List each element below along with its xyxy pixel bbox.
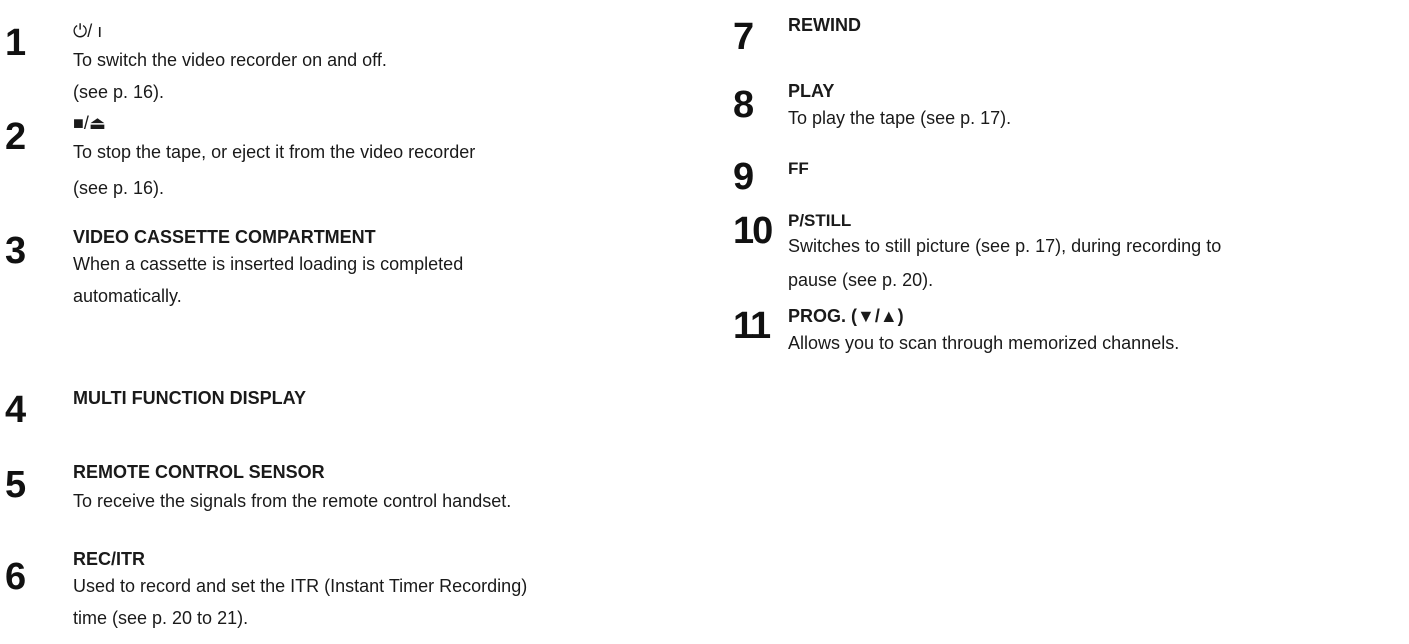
item-number: 6 [5, 556, 27, 598]
item-description-line: When a cassette is inserted loading is c… [73, 254, 464, 274]
stop-eject-icon: ■/⏏ [73, 113, 106, 133]
item-description-line: Allows you to scan through memorized cha… [788, 333, 1180, 353]
item-number: 9 [733, 156, 755, 198]
item-number: 4 [5, 389, 27, 431]
item-description-line: To stop the tape, or eject it from the v… [73, 142, 476, 162]
item-description-line: To play the tape (see p. 17). [788, 108, 1012, 128]
power-standby-icon: ⏻/ ı [73, 21, 103, 41]
item-description-line: (see p. 16). [73, 82, 165, 102]
item-description-line: time (see p. 20 to 21). [73, 608, 249, 628]
item-number: 1 [5, 22, 27, 64]
item-description-line: pause (see p. 20). [788, 270, 934, 290]
item-description-line: To switch the video recorder on and off. [73, 50, 387, 70]
item-number: 2 [5, 116, 27, 158]
item-title: MULTI FUNCTION DISPLAY [73, 388, 306, 408]
item-number: 7 [733, 16, 755, 58]
item-description-line: (see p. 16). [73, 178, 165, 198]
item-title: REWIND [788, 15, 861, 35]
item-description-line: To receive the signals from the remote c… [73, 491, 512, 511]
item-description-line: Used to record and set the ITR (Instant … [73, 576, 528, 596]
item-title: PLAY [788, 81, 835, 101]
item-title: P/STILL [788, 211, 852, 230]
item-number: 8 [733, 84, 755, 126]
item-number: 3 [5, 230, 27, 272]
item-title: FF [788, 159, 809, 178]
item-description-line: Switches to still picture (see p. 17), d… [788, 236, 1222, 256]
item-title: REMOTE CONTROL SENSOR [73, 462, 325, 482]
item-number: 11 [733, 305, 771, 347]
item-title: VIDEO CASSETTE COMPARTMENT [73, 227, 376, 247]
item-description-line: automatically. [73, 286, 182, 306]
item-number: 5 [5, 464, 27, 506]
item-title: PROG. (▼/▲) [788, 306, 904, 326]
item-number: 10 [733, 210, 773, 252]
item-title: REC/ITR [73, 549, 145, 569]
